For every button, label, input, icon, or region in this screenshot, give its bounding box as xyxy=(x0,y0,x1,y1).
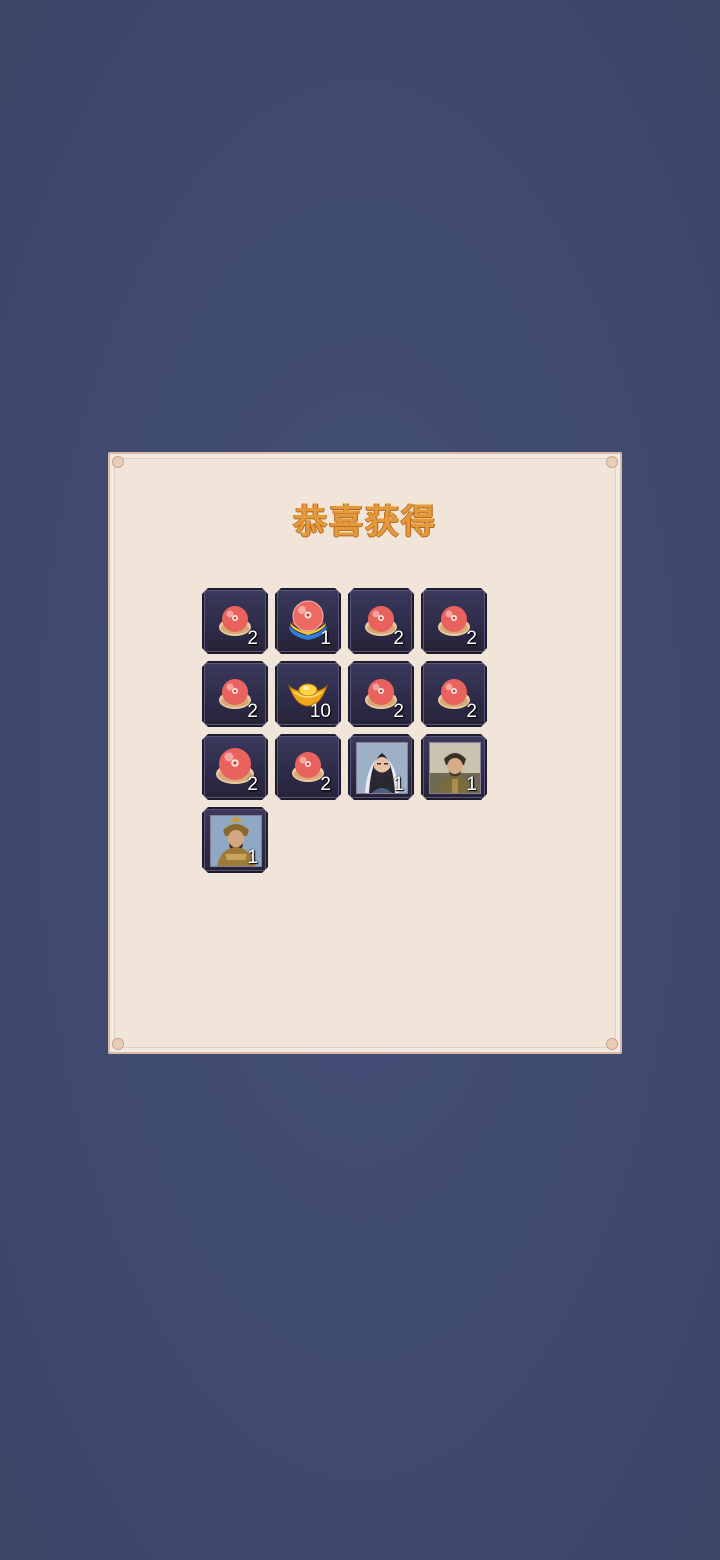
item-count: 2 xyxy=(466,628,477,649)
reward-grid: 2 1 2 2 2 10 2 2 2 2 1 1 1 xyxy=(202,588,487,873)
item-count: 10 xyxy=(309,701,331,722)
reward-slot[interactable]: 2 xyxy=(202,588,268,654)
reward-slot[interactable]: 2 xyxy=(421,661,487,727)
reward-slot[interactable]: 1 xyxy=(202,807,268,873)
panel-corner-ornament xyxy=(606,456,618,468)
reward-slot[interactable]: 2 xyxy=(348,661,414,727)
item-count: 2 xyxy=(247,628,258,649)
panel-corner-ornament xyxy=(606,1038,618,1050)
panel-corner-ornament xyxy=(112,1038,124,1050)
reward-slot[interactable]: 2 xyxy=(348,588,414,654)
item-count: 2 xyxy=(466,701,477,722)
reward-slot[interactable]: 1 xyxy=(275,588,341,654)
item-count: 1 xyxy=(393,774,404,795)
item-count: 2 xyxy=(393,701,404,722)
item-count: 1 xyxy=(320,628,331,649)
reward-slot[interactable]: 10 xyxy=(275,661,341,727)
reward-dialog: 恭喜获得 2 1 2 2 2 10 2 2 2 2 1 1 1 xyxy=(108,452,622,1054)
reward-slot[interactable]: 1 xyxy=(348,734,414,800)
item-count: 2 xyxy=(247,774,258,795)
item-count: 2 xyxy=(247,701,258,722)
item-count: 2 xyxy=(320,774,331,795)
panel-corner-ornament xyxy=(112,456,124,468)
dialog-title: 恭喜获得 xyxy=(293,502,437,542)
reward-slot[interactable]: 2 xyxy=(421,588,487,654)
item-count: 1 xyxy=(466,774,477,795)
reward-slot[interactable]: 2 xyxy=(202,661,268,727)
item-count: 2 xyxy=(393,628,404,649)
reward-slot[interactable]: 2 xyxy=(202,734,268,800)
reward-slot[interactable]: 1 xyxy=(421,734,487,800)
reward-slot[interactable]: 2 xyxy=(275,734,341,800)
item-count: 1 xyxy=(247,847,258,868)
